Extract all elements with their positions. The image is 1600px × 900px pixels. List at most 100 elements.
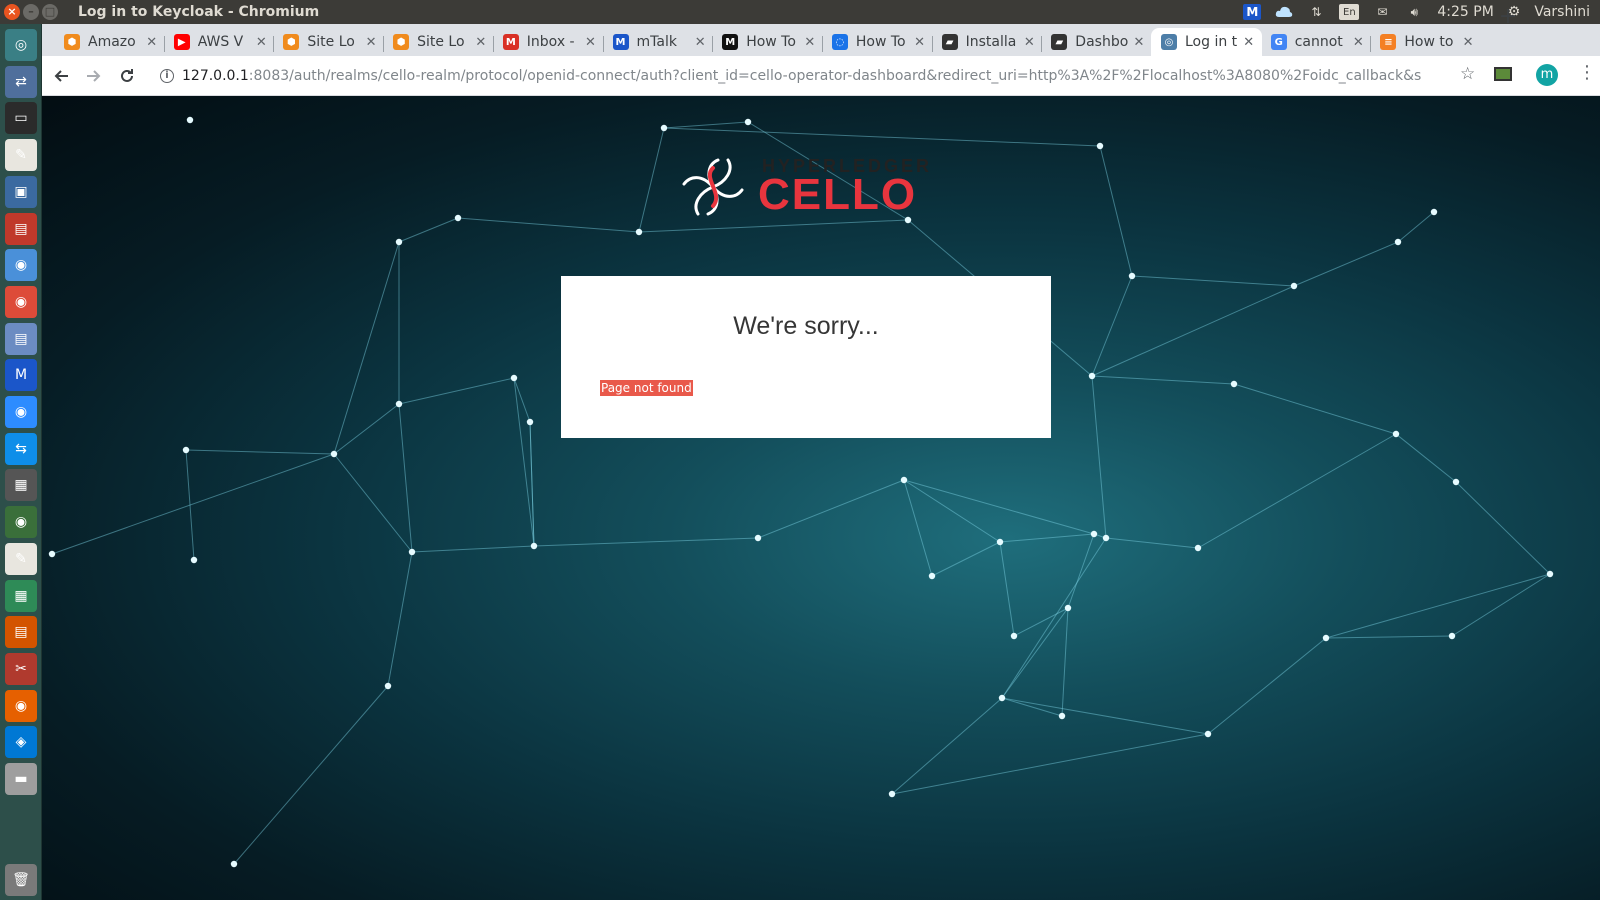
loading-spinner-icon: ◌ [831, 34, 848, 50]
network-edge [903, 479, 1095, 535]
url-path: :8083/auth/realms/cello-realm/protocol/o… [248, 68, 1422, 84]
launcher-text-editor-icon[interactable]: ✎ [5, 139, 37, 172]
browser-tab[interactable]: ⬢ Site Lo ✕ [273, 28, 384, 56]
back-button[interactable] [47, 62, 75, 90]
tab-label: Installa [965, 34, 1017, 50]
browser-tab[interactable]: M How To ✕ [712, 28, 823, 56]
browser-tab[interactable]: ▰ Dashbo ✕ [1041, 28, 1152, 56]
mail-icon[interactable]: ✉ [1373, 4, 1391, 20]
network-node [395, 400, 403, 408]
network-edge [1207, 637, 1327, 735]
reload-button[interactable] [113, 62, 141, 90]
logo-cello-text: CELLO [758, 170, 918, 219]
mtalk-tray-icon[interactable]: M [1243, 4, 1262, 20]
launcher-network-tool-icon[interactable]: ⇄ [5, 65, 37, 98]
forward-button[interactable] [80, 62, 108, 90]
browser-tab[interactable]: M Inbox - ✕ [493, 28, 604, 56]
launcher-document-viewer-icon[interactable]: ▤ [5, 322, 37, 355]
browser-tab[interactable]: ≡ How to ✕ [1370, 28, 1481, 56]
network-node [526, 418, 534, 426]
launcher-mtalk-icon[interactable]: M [5, 359, 37, 392]
window-close-button[interactable]: × [4, 4, 20, 20]
launcher-settings-tools-icon[interactable]: ✂ [5, 652, 37, 685]
browser-tab[interactable]: ◌ How To ✕ [822, 28, 933, 56]
user-name[interactable]: Varshini [1534, 4, 1590, 20]
browser-tab[interactable]: ▰ Installa ✕ [932, 28, 1043, 56]
url-host: 127.0.0.1 [182, 68, 249, 84]
tab-close-icon[interactable]: ✕ [583, 35, 597, 50]
launcher-chrome-icon[interactable]: ◉ [5, 285, 37, 318]
launcher-trash-icon[interactable]: 🗑︎ [5, 864, 37, 896]
launcher-drive-icon[interactable]: ▬ [5, 763, 37, 795]
tab-close-icon[interactable]: ✕ [1351, 35, 1365, 50]
launcher-teamviewer-icon[interactable]: ⇆ [5, 432, 37, 465]
network-edge [1395, 433, 1457, 483]
tab-close-icon[interactable]: ✕ [913, 35, 927, 50]
document-icon: ▰ [1051, 34, 1068, 50]
browser-tab[interactable]: ⬢ Site Lo ✕ [383, 28, 494, 56]
network-edge [931, 541, 1001, 577]
window-title: Log in to Keycloak - Chromium [78, 4, 320, 20]
network-node [1102, 534, 1110, 542]
tab-strip: ⬢ Amazo ✕ ▶ AWS V ✕ ⬢ Site Lo ✕ ⬢ Site Lo ✕ M Inbox -… [42, 24, 1600, 56]
browser-tab[interactable]: ⬢ Amazo ✕ [54, 28, 165, 56]
browser-tab[interactable]: ◎ Log in t ✕ [1151, 28, 1262, 56]
network-node [1064, 604, 1072, 612]
browser-menu-icon[interactable]: ⋮ [1578, 62, 1596, 83]
aws-icon: ⬢ [283, 34, 300, 50]
window-maximize-button[interactable]: □ [42, 4, 58, 20]
tab-label: How To [746, 34, 796, 50]
browser-tab[interactable]: ▶ AWS V ✕ [164, 28, 275, 56]
profile-avatar[interactable]: m [1536, 64, 1558, 86]
error-card: We're sorry... Page not found [561, 276, 1051, 438]
launcher-firefox-icon[interactable]: ◉ [5, 689, 37, 722]
tab-close-icon[interactable]: ✕ [1132, 35, 1146, 50]
network-edge [1091, 375, 1107, 539]
network-node [1322, 634, 1330, 642]
app-launcher: ◎ ⇄ ▭ ✎ ▣ ▤ ◉ ◉ ▤ M ◉ ⇆ ▦ ◉ ✎ ▦ ▤ ✂ ◉ ◈ ▬ 🗑︎ [0, 24, 42, 900]
tab-close-icon[interactable]: ✕ [145, 35, 159, 50]
launcher-screenshot-icon[interactable]: ▣ [5, 175, 37, 208]
network-node [1230, 380, 1238, 388]
launcher-vscode-icon[interactable]: ◈ [5, 726, 37, 759]
volume-icon[interactable]: 🔊︎ [1405, 4, 1423, 20]
tab-close-icon[interactable]: ✕ [1461, 35, 1475, 50]
clock[interactable]: 4:25 PM [1437, 4, 1493, 20]
keyboard-layout-indicator[interactable]: En [1339, 4, 1360, 20]
network-edge [1451, 573, 1551, 637]
launcher-presentation-icon[interactable]: ▤ [5, 616, 37, 649]
tab-close-icon[interactable]: ✕ [1242, 35, 1256, 50]
launcher-chromium-icon[interactable]: ◉ [5, 249, 37, 282]
tab-close-icon[interactable]: ✕ [803, 35, 817, 50]
launcher-gedit-icon[interactable]: ✎ [5, 542, 37, 575]
network-edge [411, 545, 535, 553]
network-edge [1197, 433, 1397, 549]
network-arrows-icon[interactable]: ⇅ [1307, 4, 1325, 20]
launcher-disk-icon[interactable]: ◉ [5, 506, 37, 539]
network-node [1546, 570, 1554, 578]
browser-tab[interactable]: Gcannot ✕ [1261, 28, 1372, 56]
launcher-files-icon[interactable]: ▤ [5, 212, 37, 245]
launcher-terminal-icon[interactable]: ▭ [5, 102, 37, 135]
network-edge [398, 217, 459, 243]
launcher-dash-icon[interactable]: ◎ [5, 29, 37, 61]
url-text[interactable]: 127.0.0.1:8083/auth/realms/cello-realm/p… [182, 68, 1422, 84]
tab-close-icon[interactable]: ✕ [254, 35, 268, 50]
google-icon: G [1270, 34, 1287, 50]
network-edge [999, 533, 1095, 543]
tab-close-icon[interactable]: ✕ [474, 35, 488, 50]
window-minimize-button[interactable]: – [23, 4, 39, 20]
new-tab-button[interactable]: + [1494, 5, 1522, 29]
browser-tab[interactable]: MmTalk ✕ [603, 28, 714, 56]
launcher-spreadsheet-icon[interactable]: ▦ [5, 579, 37, 612]
site-info-icon[interactable]: i [160, 69, 174, 83]
extension-monitor-icon[interactable] [1494, 67, 1512, 81]
tab-close-icon[interactable]: ✕ [693, 35, 707, 50]
tab-close-icon[interactable]: ✕ [364, 35, 378, 50]
cloud-icon[interactable] [1275, 4, 1293, 20]
launcher-zoom-icon[interactable]: ◉ [5, 396, 37, 428]
tab-close-icon[interactable]: ✕ [1022, 35, 1036, 50]
launcher-video-editor-icon[interactable]: ▦ [5, 469, 37, 502]
address-bar[interactable]: i 127.0.0.1:8083/auth/realms/cello-realm… [154, 60, 1494, 92]
bookmark-star-icon[interactable]: ☆ [1460, 64, 1475, 84]
